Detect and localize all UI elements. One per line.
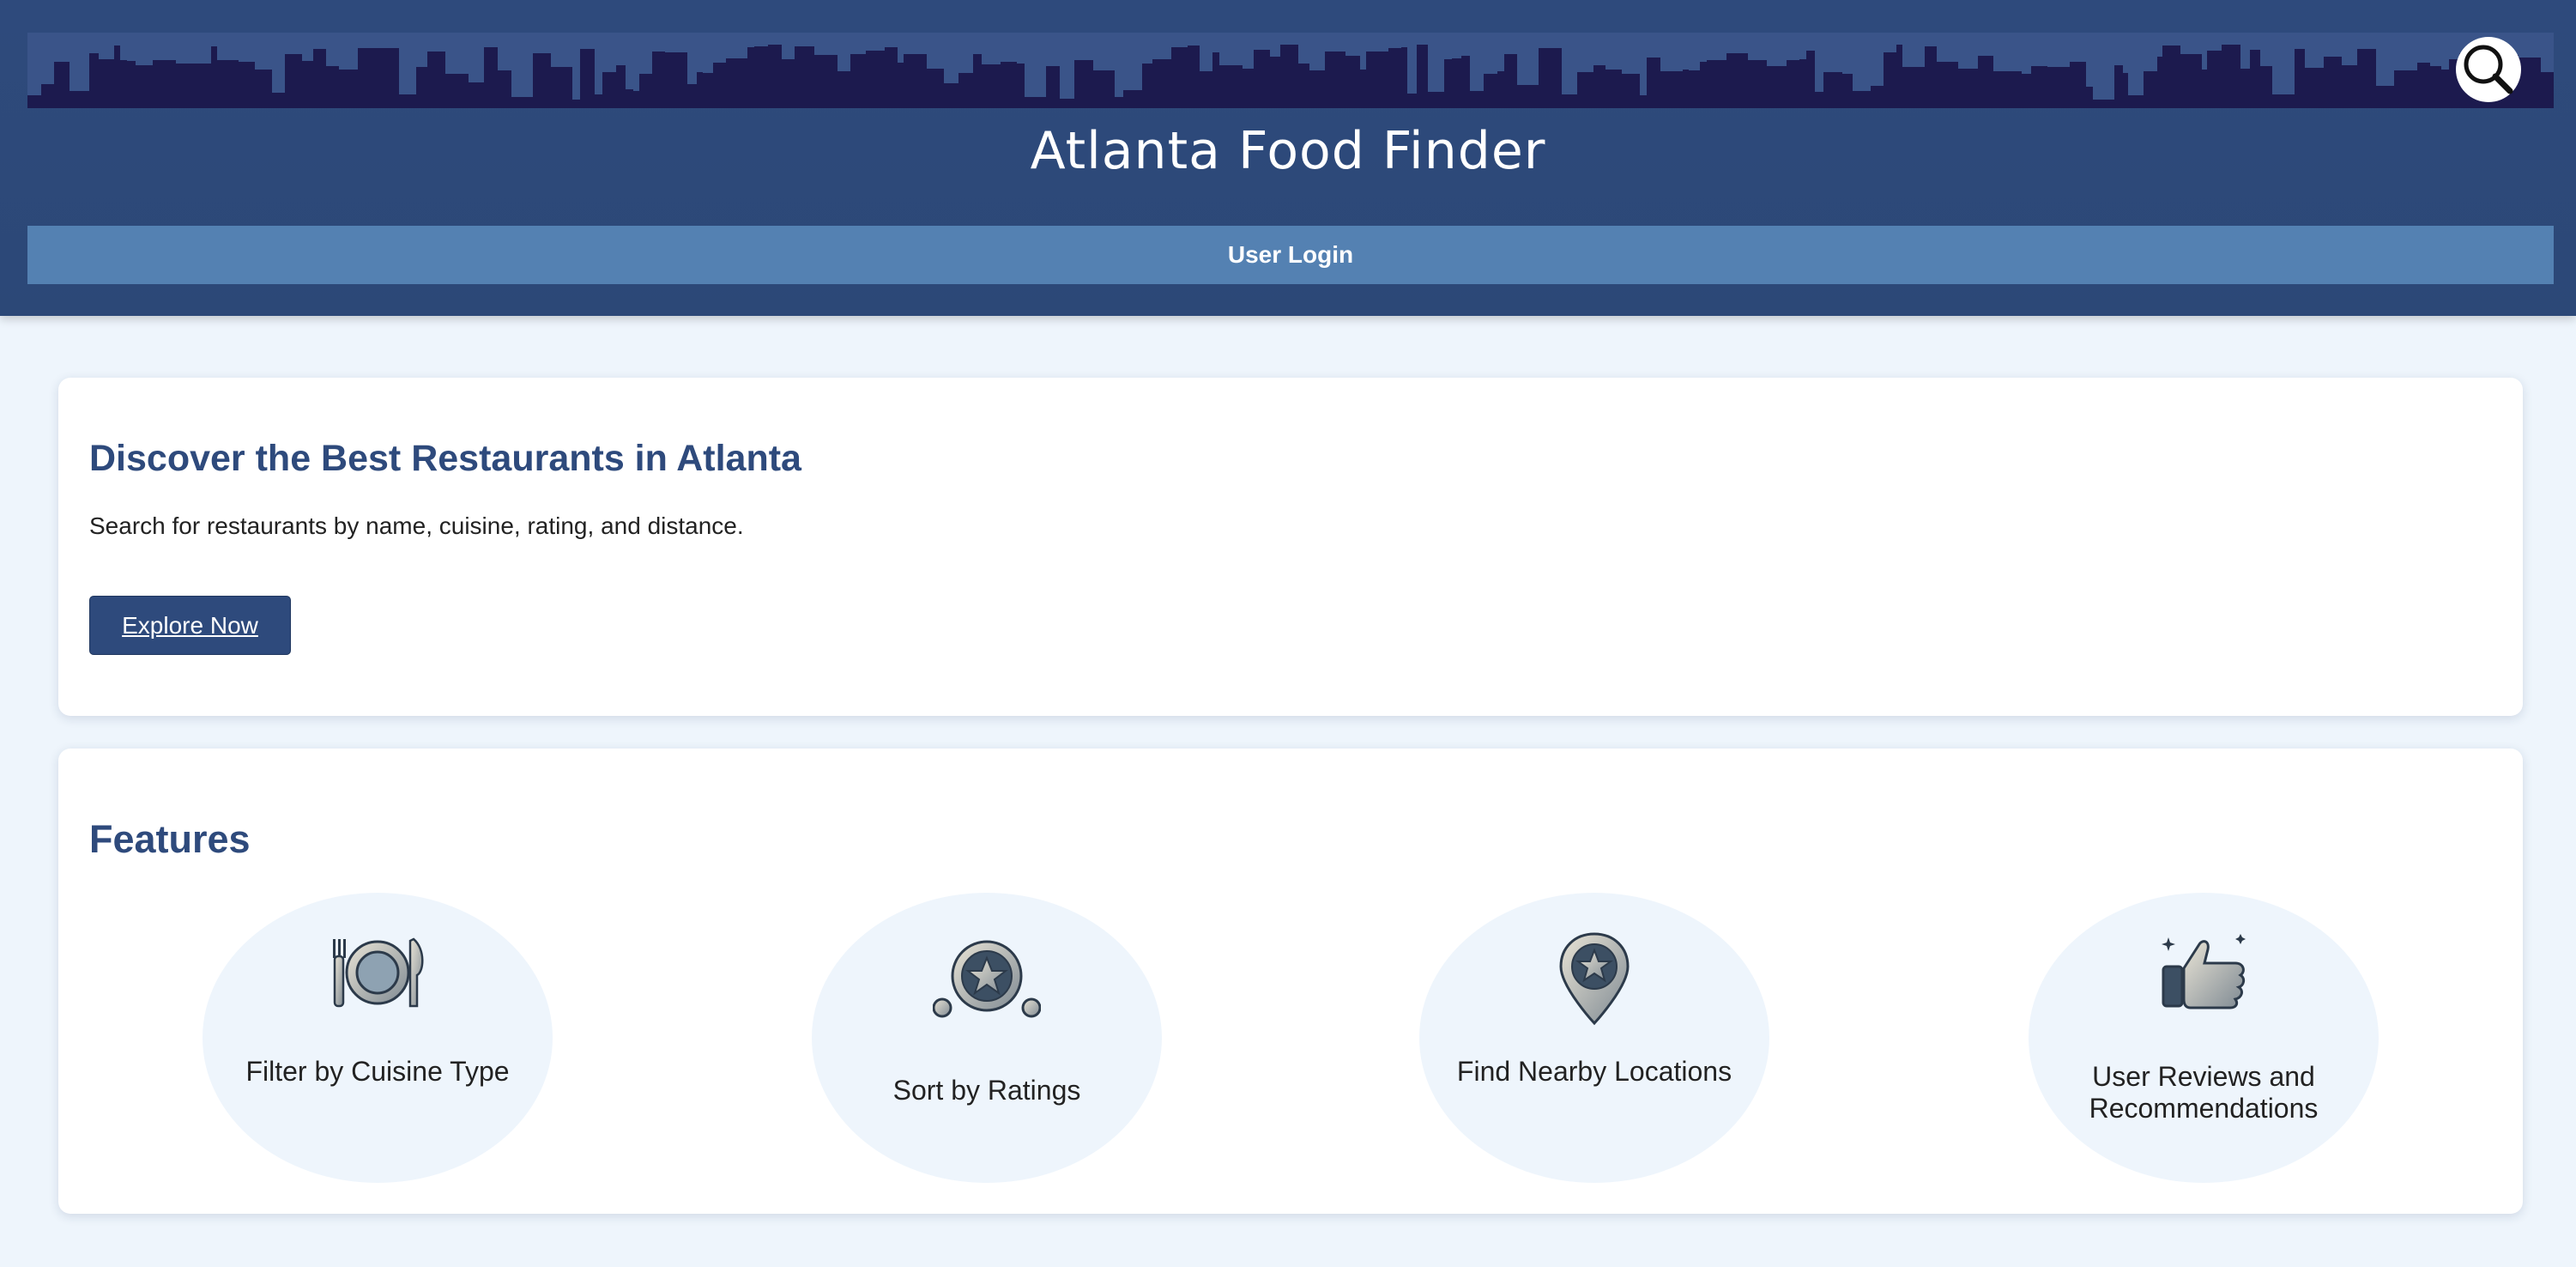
star-medal-icon <box>933 940 1041 1018</box>
hero-card: Discover the Best Restaurants in Atlanta… <box>58 378 2523 716</box>
search-icon[interactable] <box>2456 37 2521 102</box>
site-header: Atlanta Food Finder User Login <box>0 0 2576 316</box>
thumbs-up-icon <box>2162 934 2246 1009</box>
hero-title: Discover the Best Restaurants in Atlanta <box>89 438 801 479</box>
map-pin-icon <box>1559 932 1630 1026</box>
explore-now-button[interactable]: Explore Now <box>89 596 291 655</box>
features-card: Features Filter by Cuisine Type Sort by … <box>58 749 2523 1214</box>
hero-description: Search for restaurants by name, cuisine,… <box>89 512 744 539</box>
feature-label: User Reviews and Recommendations <box>2089 1061 2319 1124</box>
plate-cutlery-icon <box>333 937 424 1008</box>
city-skyline-banner <box>27 33 2554 108</box>
feature-nearby-locations: Find Nearby Locations <box>1419 893 1769 1183</box>
feature-label: Filter by Cuisine Type <box>245 1056 510 1087</box>
feature-sort-ratings: Sort by Ratings <box>812 893 1162 1183</box>
features-title: Features <box>89 817 251 861</box>
user-login-button[interactable]: User Login <box>27 226 2554 284</box>
feature-label: Find Nearby Locations <box>1456 1056 1732 1087</box>
feature-user-reviews: User Reviews and Recommendations <box>2029 893 2379 1183</box>
feature-cuisine-filter: Filter by Cuisine Type <box>203 893 553 1183</box>
site-title: Atlanta Food Finder <box>1030 121 1546 181</box>
feature-label: Sort by Ratings <box>892 1075 1081 1106</box>
